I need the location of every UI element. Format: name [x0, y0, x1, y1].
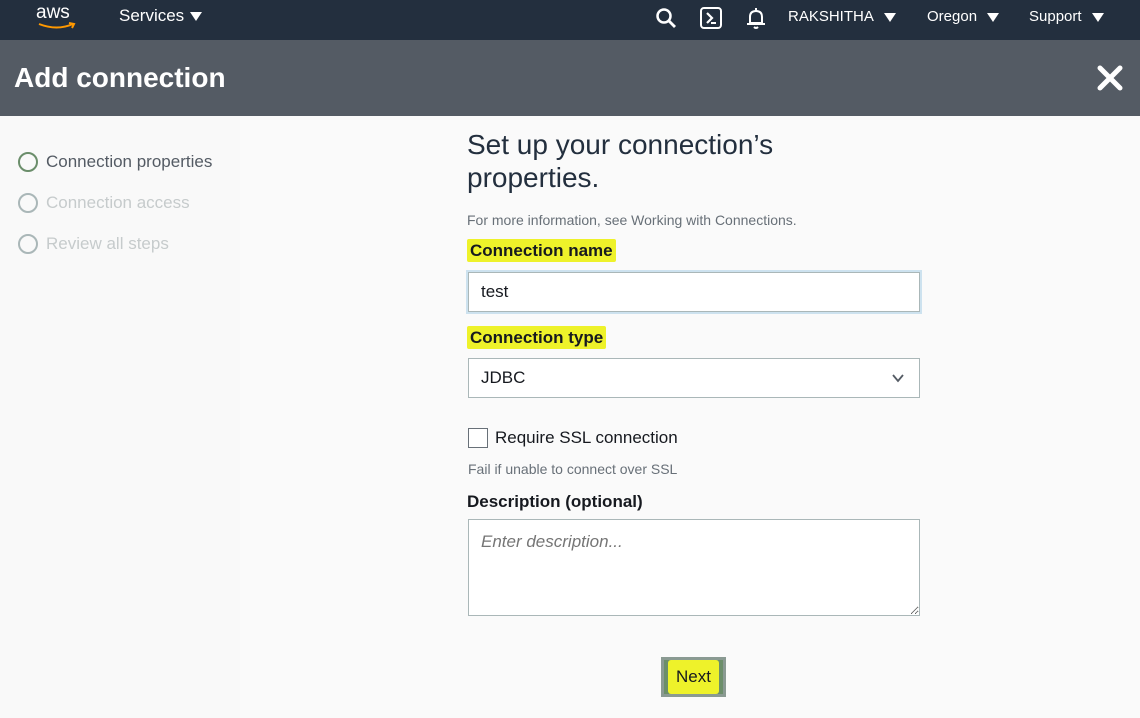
caret-down-icon [987, 12, 1000, 22]
search-icon[interactable] [654, 6, 678, 30]
next-button-label: Next [668, 660, 719, 694]
support-label: Support [1029, 8, 1082, 25]
ssl-option: Require SSL connection [468, 428, 678, 448]
connection-name-input[interactable] [468, 272, 920, 312]
aws-logo[interactable]: aws [36, 2, 80, 32]
caret-down-icon [883, 12, 896, 22]
form-heading: Set up your connection’s properties. [467, 129, 774, 193]
region-label: Oregon [927, 8, 978, 25]
connection-type-label-text: Connection type [467, 326, 607, 349]
aws-smile-icon [38, 22, 76, 29]
caret-down-icon [190, 12, 203, 22]
bell-icon[interactable] [744, 6, 768, 30]
aws-logo-text: aws [36, 2, 70, 23]
main-panel [240, 116, 1140, 718]
info-text: For more information, see Working with C… [467, 212, 797, 228]
step-label: Review all steps [46, 234, 169, 253]
step-circle-icon [18, 234, 38, 254]
connection-type-label: Connection type [467, 326, 607, 349]
description-label: Description (optional) [467, 492, 643, 511]
services-menu[interactable]: Services [119, 6, 203, 26]
ssl-hint: Fail if unable to connect over SSL [468, 461, 678, 477]
chevron-down-icon [892, 374, 904, 383]
connection-name-label-text: Connection name [467, 239, 616, 262]
connection-type-value: JDBC [481, 368, 526, 387]
next-button[interactable]: Next [661, 657, 726, 697]
step-label: Connection properties [46, 152, 213, 171]
support-menu[interactable]: Support [1029, 8, 1104, 25]
ssl-checkbox[interactable] [468, 428, 488, 448]
step-circle-icon [18, 193, 38, 213]
page-title: Add connection [14, 62, 226, 93]
connection-type-select[interactable]: JDBC [468, 358, 920, 398]
services-label: Services [119, 6, 185, 25]
cloudshell-icon[interactable] [699, 6, 723, 30]
step-review-all-steps[interactable]: Review all steps [18, 233, 169, 255]
step-circle-icon [18, 152, 38, 172]
ssl-label: Require SSL connection [495, 428, 678, 447]
connection-name-label: Connection name [467, 239, 616, 262]
top-navigation-bar: aws Services RAKSHITHA Oregon Support [0, 0, 1140, 40]
close-icon[interactable] [1096, 64, 1124, 92]
region-menu[interactable]: Oregon [927, 8, 1000, 25]
account-menu[interactable]: RAKSHITHA [788, 8, 896, 25]
step-connection-properties[interactable]: Connection properties [18, 151, 212, 173]
description-textarea[interactable] [468, 519, 920, 616]
page-header: Add connection [0, 40, 1140, 116]
step-connection-access[interactable]: Connection access [18, 192, 190, 214]
account-label: RAKSHITHA [788, 8, 874, 25]
step-label: Connection access [46, 193, 190, 212]
caret-down-icon [1091, 12, 1104, 22]
